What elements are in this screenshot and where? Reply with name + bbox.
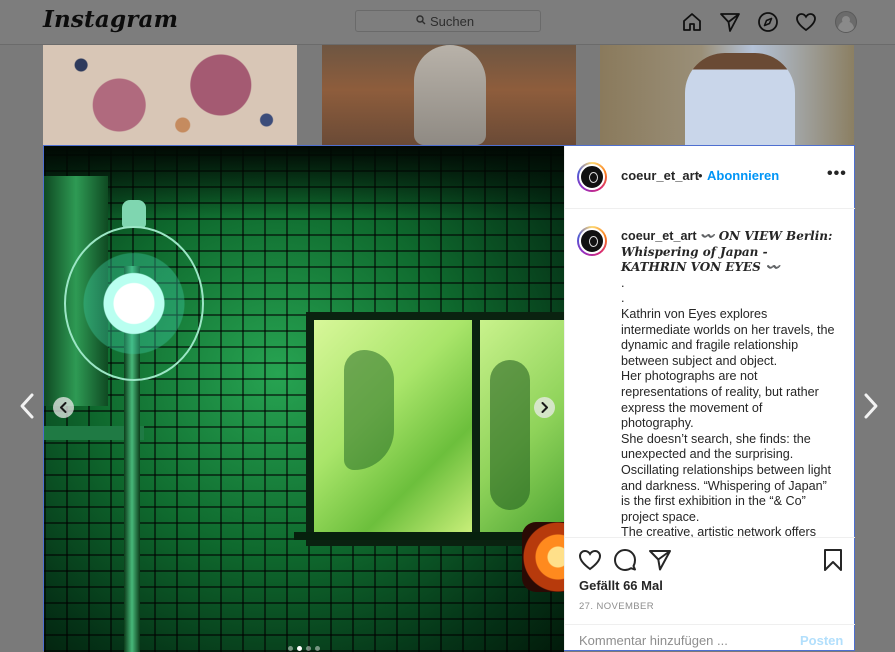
caption-scroll-area[interactable]: coeur_et_art 〰️ ON VIEW Berlin: Whisperin…: [565, 209, 855, 537]
carousel-prev-button[interactable]: [53, 397, 74, 418]
carousel-indicator: [288, 646, 320, 651]
activity-heart-icon[interactable]: [795, 11, 817, 33]
carousel-dot: [315, 646, 320, 651]
carousel-dot: [297, 646, 302, 651]
search-icon: [416, 15, 426, 25]
profile-avatar[interactable]: [835, 11, 857, 33]
instagram-logo[interactable]: Instagram: [43, 6, 178, 33]
comment-bubble-icon[interactable]: [613, 548, 637, 572]
search-box[interactable]: Suchen: [355, 10, 541, 32]
post-comment-button[interactable]: Posten: [800, 633, 843, 648]
comment-input[interactable]: Kommentar hinzufügen ...: [579, 633, 728, 648]
caption-line: Kathrin von Eyes explores intermediate w…: [621, 306, 835, 368]
post-actions: Gefällt 66 Mal 27. NOVEMBER Kommentar hi…: [565, 537, 855, 651]
comment-form: Kommentar hinzufügen ... Posten: [565, 624, 855, 652]
caption-line: .: [621, 291, 625, 306]
chevron-left-icon: [60, 402, 67, 413]
post-side-panel: coeur_et_art • Abonnieren ••• coeur_et_a…: [564, 146, 855, 650]
direct-icon[interactable]: [719, 11, 741, 33]
author-avatar[interactable]: [577, 162, 607, 192]
post-modal: coeur_et_art • Abonnieren ••• coeur_et_a…: [43, 145, 855, 652]
caption-author-avatar[interactable]: [577, 226, 607, 256]
home-icon[interactable]: [681, 11, 703, 33]
photo-street-lamp: [64, 226, 204, 381]
chevron-right-icon: [541, 402, 548, 413]
caption-line: The creative, artistic network offers: [621, 525, 817, 537]
caption-username[interactable]: coeur_et_art: [621, 229, 697, 243]
likes-count[interactable]: Gefällt 66 Mal: [579, 578, 663, 593]
grid-thumbnail[interactable]: [43, 45, 297, 145]
grid-thumbnail[interactable]: [600, 45, 854, 145]
more-options-icon[interactable]: •••: [827, 165, 847, 183]
previous-post-arrow-icon[interactable]: [17, 392, 37, 420]
caption-line: Her photographs are not representations …: [621, 369, 819, 431]
caption-line: She doesn’t search, she finds: the unexp…: [621, 431, 832, 524]
carousel-dot: [306, 646, 311, 651]
author-username[interactable]: coeur_et_art: [621, 168, 699, 183]
search-placeholder: Suchen: [430, 14, 475, 29]
top-nav-bar: Instagram Suchen: [0, 0, 895, 45]
photo-window-left: [306, 312, 480, 546]
photo-window-right: [472, 312, 564, 546]
photo-red-light: [522, 522, 564, 592]
follow-button[interactable]: Abonnieren: [707, 168, 779, 183]
post-photo[interactable]: [44, 146, 564, 652]
share-direct-icon[interactable]: [648, 548, 672, 572]
post-header: coeur_et_art • Abonnieren •••: [565, 146, 855, 209]
caption-text: coeur_et_art 〰️ ON VIEW Berlin: Whisperin…: [621, 229, 835, 537]
save-bookmark-icon[interactable]: [821, 548, 845, 572]
explore-icon[interactable]: [757, 11, 779, 33]
grid-thumbnail[interactable]: [322, 45, 576, 145]
next-post-arrow-icon[interactable]: [861, 392, 881, 420]
like-heart-icon[interactable]: [578, 548, 602, 572]
carousel-next-button[interactable]: [534, 397, 555, 418]
caption-line: .: [621, 275, 625, 290]
post-date[interactable]: 27. NOVEMBER: [579, 601, 654, 612]
carousel-dot: [288, 646, 293, 651]
header-separator: •: [698, 168, 703, 183]
